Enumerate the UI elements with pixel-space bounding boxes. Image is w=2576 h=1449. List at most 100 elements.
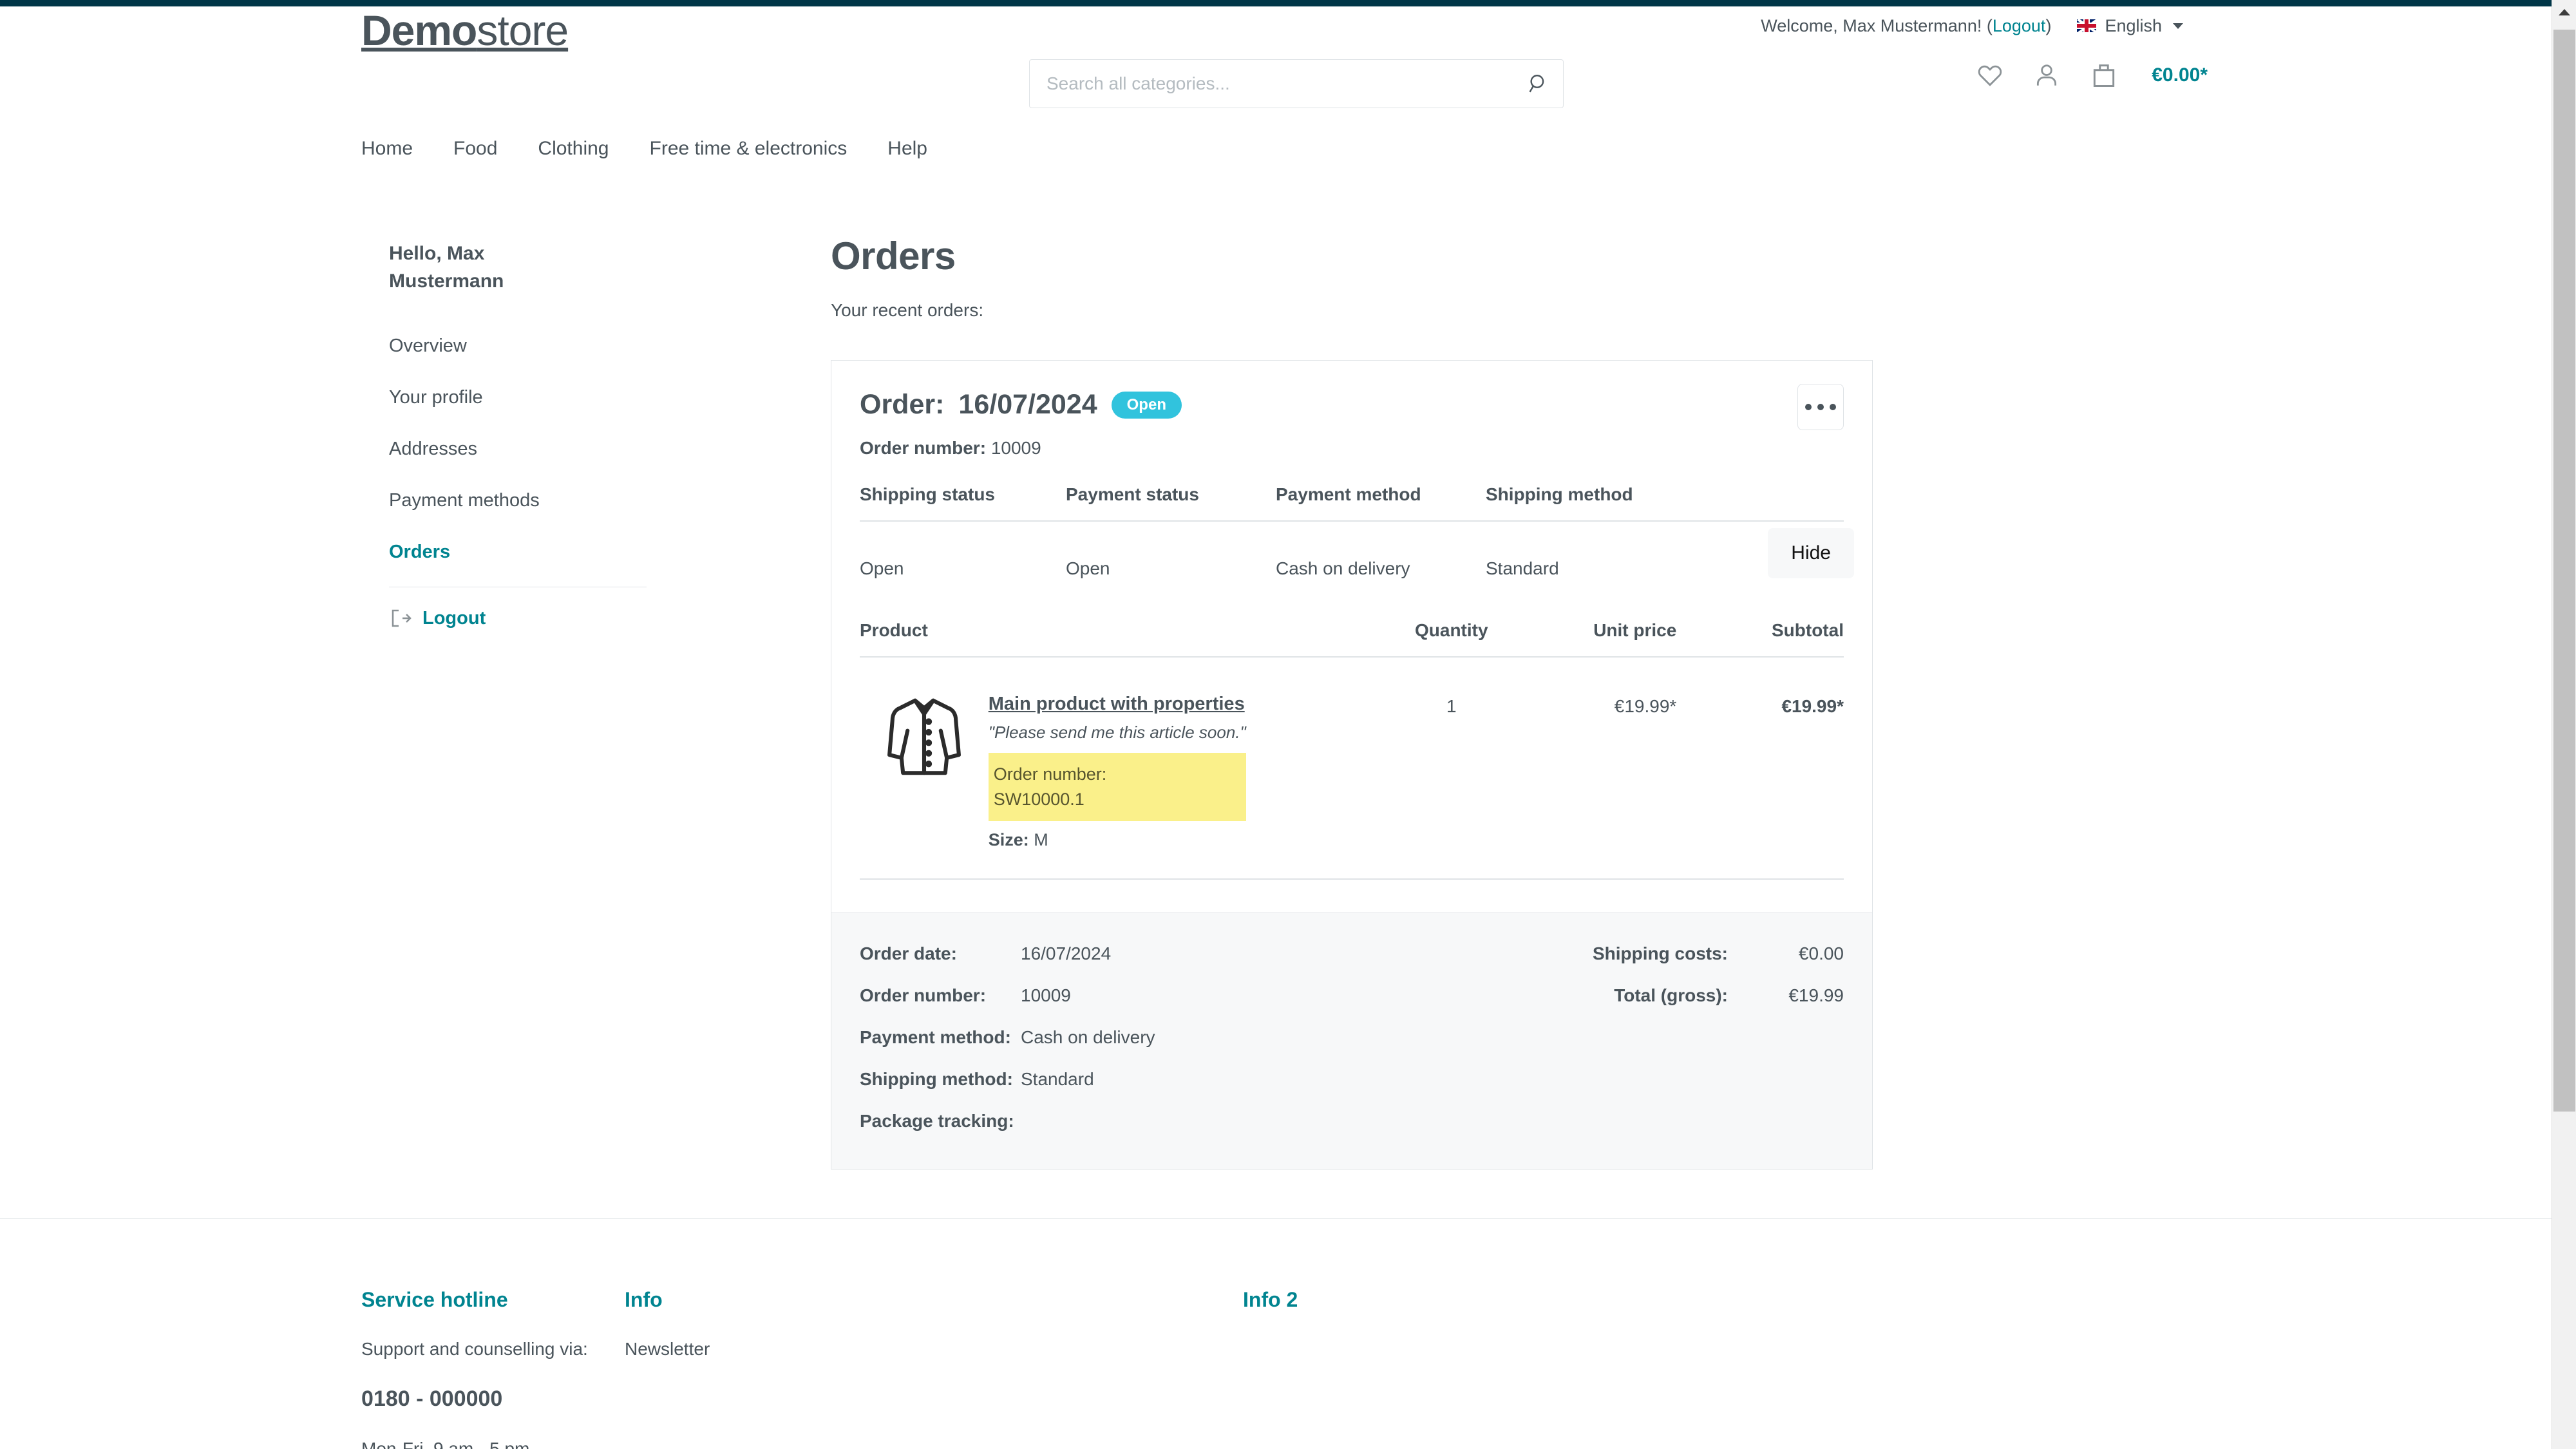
nav-item-food[interactable]: Food xyxy=(453,128,497,170)
dot xyxy=(1817,404,1824,410)
col-payment-status: Payment status xyxy=(1066,484,1199,504)
nav-item-free-time-electronics[interactable]: Free time & electronics xyxy=(650,128,848,170)
summary-value-order-date: 16/07/2024 xyxy=(1021,943,1112,964)
footer-link-newsletter[interactable]: Newsletter xyxy=(625,1339,1243,1359)
value-shipping-status: Open xyxy=(860,558,904,578)
summary-label-total-gross: Total (gross): xyxy=(1614,985,1728,1006)
col-payment-method: Payment method xyxy=(1276,484,1421,504)
summary-row: Order number: 10009 xyxy=(860,985,1349,1006)
footer-opening-hours: Mon-Fri, 9 am - 5 pm xyxy=(361,1439,530,1449)
main-navigation: Home Food Clothing Free time & electroni… xyxy=(361,128,927,170)
order-summary: Order date: 16/07/2024 Order number: 100… xyxy=(831,912,1872,1170)
logout-icon xyxy=(392,609,412,627)
order-status-table: Shipping status Payment status Payment m… xyxy=(860,484,1854,592)
footer-title-info-2: Info 2 xyxy=(1243,1288,1298,1311)
nav-item-help[interactable]: Help xyxy=(887,128,927,170)
footer-support-text: Support and counselling via: xyxy=(361,1339,588,1359)
nav-item-home[interactable]: Home xyxy=(361,128,413,170)
product-thumbnail[interactable] xyxy=(860,688,989,850)
product-size-value: M xyxy=(1034,830,1048,850)
product-table-row: Main product with properties "Please sen… xyxy=(860,658,1844,878)
summary-row: Payment method: Cash on delivery xyxy=(860,1027,1349,1048)
order-summary-details: Order date: 16/07/2024 Order number: 100… xyxy=(860,943,1349,1132)
summary-row: Package tracking: xyxy=(860,1111,1349,1132)
col-product: Product xyxy=(860,620,928,640)
main-content: Orders Your recent orders: Order: 16/07/… xyxy=(831,234,1874,1170)
footer-column-info: Info Newsletter xyxy=(625,1288,1243,1449)
site-logo[interactable]: Demostore xyxy=(361,6,569,54)
order-title: Order: 16/07/2024 Open xyxy=(860,389,1844,421)
summary-row: Shipping method: Standard xyxy=(860,1069,1349,1090)
page-root: Welcome, Max Mustermann! (Logout) Englis… xyxy=(0,0,2576,1449)
summary-label-payment-method: Payment method: xyxy=(860,1027,1011,1048)
sidebar-item-addresses[interactable]: Addresses xyxy=(389,429,647,469)
search-input[interactable] xyxy=(1030,73,1514,94)
sidebar-logout-label[interactable]: Logout xyxy=(422,608,486,629)
summary-value-total-gross: €19.99 xyxy=(1788,985,1844,1006)
product-size: Size: M xyxy=(989,830,1387,850)
order-card-header: Order: 16/07/2024 Open Order number: 100… xyxy=(831,361,1872,459)
search-button[interactable] xyxy=(1514,60,1563,108)
summary-label-order-date: Order date: xyxy=(860,943,957,964)
dot xyxy=(1830,404,1836,410)
col-shipping-method: Shipping method xyxy=(1486,484,1633,504)
account-button[interactable] xyxy=(2033,62,2060,89)
wishlist-button[interactable] xyxy=(1976,62,2003,89)
product-table-divider xyxy=(860,878,1844,880)
jacket-icon xyxy=(887,698,961,775)
product-table-header: Product Quantity Unit price Subtotal xyxy=(860,620,1844,658)
product-sku-value: SW10000.1 xyxy=(993,790,1084,810)
language-selector[interactable]: English xyxy=(2077,16,2183,36)
summary-label-package-tracking: Package tracking: xyxy=(860,1111,1014,1132)
logo-bold: Demo xyxy=(361,6,477,54)
page-subtitle: Your recent orders: xyxy=(831,300,984,320)
footer-title-info: Info xyxy=(625,1288,663,1311)
sidebar-logout[interactable]: Logout xyxy=(389,607,647,630)
product-unit-price: €19.99* xyxy=(1614,696,1677,716)
search-bar[interactable] xyxy=(1029,59,1564,108)
welcome-message: Welcome, Max Mustermann! (Logout) xyxy=(1761,16,2051,36)
sidebar-greeting: Hello, Max Mustermann xyxy=(389,243,504,292)
col-subtotal: Subtotal xyxy=(1771,620,1844,640)
top-logout-link[interactable]: Logout xyxy=(1993,16,2046,35)
sidebar-item-payment-methods[interactable]: Payment methods xyxy=(389,480,647,521)
col-shipping-status: Shipping status xyxy=(860,484,995,504)
footer-title-service-hotline: Service hotline xyxy=(361,1288,508,1311)
nav-item-clothing[interactable]: Clothing xyxy=(538,128,609,170)
value-payment-method: Cash on delivery xyxy=(1276,558,1410,578)
summary-value-order-number: 10009 xyxy=(1021,985,1071,1006)
cart-button[interactable] xyxy=(2090,61,2118,90)
site-footer: Service hotline Support and counselling … xyxy=(0,1288,2552,1449)
col-unit-price: Unit price xyxy=(1593,620,1677,640)
product-info: Main product with properties "Please sen… xyxy=(988,688,1387,850)
product-quantity: 1 xyxy=(1446,696,1457,716)
welcome-suffix: ) xyxy=(2045,15,2052,35)
product-size-label: Size: xyxy=(988,830,1029,850)
page-title: Orders xyxy=(831,234,956,278)
summary-row: Order date: 16/07/2024 xyxy=(860,943,1349,964)
sidebar-item-orders[interactable]: Orders xyxy=(389,532,647,573)
product-subtotal: €19.99* xyxy=(1781,696,1844,716)
uk-flag-icon xyxy=(2077,19,2097,32)
order-summary-totals: Shipping costs: €0.00 Total (gross): €19… xyxy=(1457,943,1844,1132)
sidebar-item-your-profile[interactable]: Your profile xyxy=(389,377,647,418)
status-badge: Open xyxy=(1111,391,1182,419)
status-table-row: Open Open Cash on delivery Standard Hide xyxy=(860,522,1854,592)
product-name[interactable]: Main product with properties xyxy=(989,694,1245,714)
toggle-details-button[interactable]: Hide xyxy=(1768,528,1854,578)
order-context-menu-button[interactable] xyxy=(1797,384,1844,430)
user-icon xyxy=(2037,64,2057,86)
vertical-scrollbar[interactable] xyxy=(2552,0,2576,1449)
scroll-up-arrow-icon[interactable] xyxy=(2558,9,2570,15)
order-date: 16/07/2024 xyxy=(958,389,1097,420)
sidebar-item-overview[interactable]: Overview xyxy=(389,326,647,366)
summary-label-shipping-method: Shipping method: xyxy=(860,1069,1013,1090)
value-payment-status: Open xyxy=(1066,558,1110,578)
scrollbar-thumb[interactable] xyxy=(2553,30,2575,1112)
logo-light: store xyxy=(477,6,569,54)
order-product-table: Product Quantity Unit price Subtotal Mai… xyxy=(860,620,1844,878)
account-sidebar: Hello, Max Mustermann Overview Your prof… xyxy=(389,240,647,630)
order-number-label: Order number: xyxy=(860,438,987,458)
summary-value-payment-method: Cash on delivery xyxy=(1021,1027,1155,1048)
footer-column-info-2: Info 2 xyxy=(1243,1288,1861,1449)
